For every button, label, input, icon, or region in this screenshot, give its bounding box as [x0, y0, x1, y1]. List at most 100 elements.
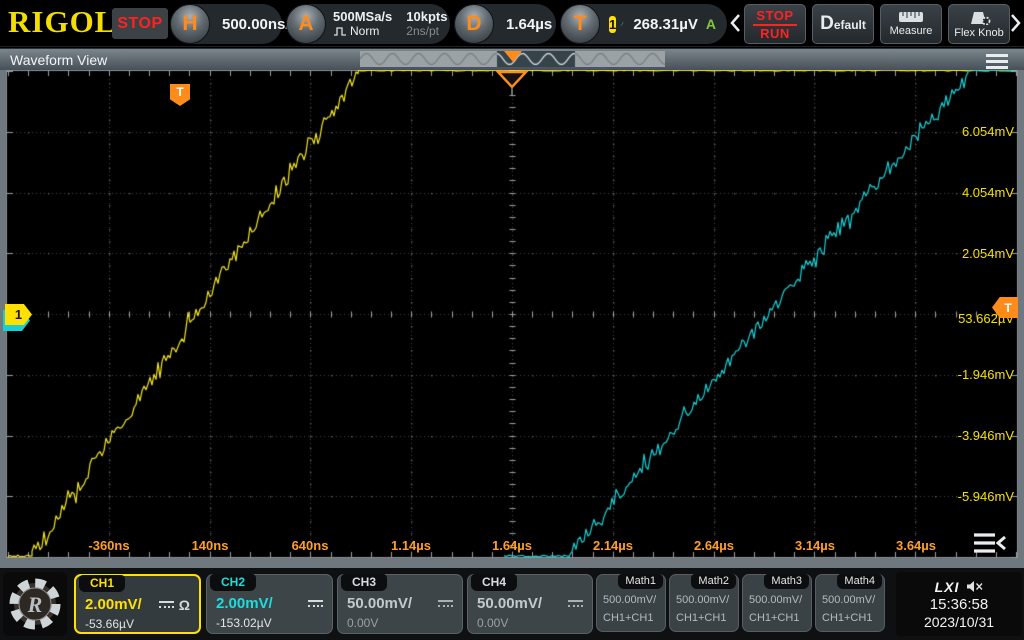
ch2-name: CH2: [210, 574, 256, 591]
math3-scale: 500.00mV/: [749, 594, 802, 606]
stop-label: STOP: [753, 8, 796, 26]
math1-scale: 500.00mV/: [603, 594, 656, 606]
voltage-label: -3.946mV: [958, 428, 1014, 444]
dc-coupling-icon: [568, 600, 583, 607]
math1-name: Math1: [618, 574, 663, 589]
system-info-tile[interactable]: LXI 15:36:58 2023/10/31: [896, 572, 1022, 636]
dc-coupling-icon: [438, 600, 453, 607]
time-label: 3.64µs: [881, 538, 951, 553]
math2-scale: 500.00mV/: [676, 594, 729, 606]
flex-knob-label: Flex Knob: [954, 27, 1004, 39]
ch4-name: CH4: [471, 574, 517, 591]
horizontal-position-marker[interactable]: [495, 70, 529, 98]
lxi-logo: LXI: [935, 579, 960, 595]
collapsed-menu-icon[interactable]: [972, 531, 1008, 555]
voltage-label: -5.946mV: [958, 489, 1014, 505]
math3-expression: CH1+CH1: [749, 612, 799, 624]
ch2-offset: -153.02µV: [216, 616, 272, 630]
ch3-offset: 0.00V: [347, 616, 378, 630]
channel-card-ch2[interactable]: CH2 2.00mV/ -153.02µV: [206, 574, 333, 634]
time-label: -360ns: [74, 538, 144, 553]
voltage-label: 4.054mV: [962, 185, 1014, 201]
math-card-math4[interactable]: Math4 500.00mV/ CH1+CH1: [815, 574, 885, 632]
voltage-label: 2.054mV: [962, 246, 1014, 262]
top-status-bar: RIGOL STOP H 500.00ns/ A 500MSa/s Norm 1…: [0, 0, 1024, 47]
time-label: 1.64µs: [477, 538, 547, 553]
ch1-offset: -53.66µV: [85, 617, 134, 631]
math-card-math2[interactable]: Math2 500.00mV/ CH1+CH1: [669, 574, 739, 632]
system-time: 15:36:58: [930, 596, 988, 613]
time-label: 2.14µs: [578, 538, 648, 553]
ch3-name: CH3: [341, 574, 387, 591]
ch1-name: CH1: [79, 575, 125, 592]
math4-name: Math4: [837, 574, 882, 589]
trigger-source-badge: 1: [609, 16, 616, 33]
chevron-left-icon[interactable]: [729, 13, 741, 33]
math3-name: Math3: [764, 574, 809, 589]
knob-icon: [966, 10, 992, 25]
ch1-scale: 2.00mV/: [85, 596, 142, 613]
flex-knob-button[interactable]: Flex Knob: [948, 4, 1010, 44]
window-frame-bottom: [0, 558, 1024, 568]
acquisition-knob[interactable]: A: [286, 4, 326, 44]
time-label: 2.64µs: [679, 538, 749, 553]
run-state-indicator: STOP: [112, 8, 168, 39]
svg-text:R: R: [27, 592, 43, 617]
system-date: 2023/10/31: [924, 614, 994, 630]
rigol-gear-logo[interactable]: R: [3, 572, 67, 636]
trigger-group[interactable]: T 1 268.31µV A: [560, 4, 727, 44]
memory-depth: 10kpts: [406, 9, 447, 24]
math-card-math1[interactable]: Math1 500.00mV/ CH1+CH1: [596, 574, 666, 632]
time-label: 140ns: [175, 538, 245, 553]
oscilloscope-screen: RIGOL STOP H 500.00ns/ A 500MSa/s Norm 1…: [0, 0, 1024, 640]
math-card-math3[interactable]: Math3 500.00mV/ CH1+CH1: [742, 574, 812, 632]
ruler-icon: [898, 11, 924, 23]
window-frame-right: [1018, 70, 1024, 558]
trigger-level-value: 268.31µV: [625, 16, 706, 33]
time-label: 1.14µs: [376, 538, 446, 553]
default-button[interactable]: Default: [812, 4, 874, 44]
channel-card-ch1[interactable]: CH1 2.00mV/ Ω -53.66µV: [74, 574, 201, 634]
default-initial: D: [820, 13, 834, 34]
gear-icon: R: [7, 576, 63, 632]
horizontal-knob[interactable]: H: [170, 4, 210, 44]
stop-run-button[interactable]: STOP RUN: [744, 4, 806, 44]
speaker-muted-icon: [966, 580, 983, 593]
chevron-right-icon[interactable]: [1010, 13, 1022, 33]
voltage-label: 6.054mV: [962, 124, 1014, 140]
acquisition-group[interactable]: A 500MSa/s Norm 10kpts 2ns/pt: [286, 4, 450, 44]
trigger-knob[interactable]: T: [560, 4, 600, 44]
math2-expression: CH1+CH1: [676, 612, 726, 624]
ch4-offset: 0.00V: [477, 616, 508, 630]
pulse-icon: [333, 27, 347, 36]
math4-expression: CH1+CH1: [822, 612, 872, 624]
waveform-grid[interactable]: [6, 70, 1018, 558]
time-per-point: 2ns/pt: [406, 24, 447, 39]
measure-label: Measure: [890, 25, 933, 37]
trigger-sweep-mode: A: [706, 16, 727, 32]
horizontal-scale-group[interactable]: H 500.00ns/: [170, 4, 282, 44]
ch2-scale: 2.00mV/: [216, 595, 273, 612]
delay-value: 1.64µs: [494, 16, 564, 33]
run-label: RUN: [760, 26, 790, 41]
rigol-logo: RIGOL: [8, 4, 116, 40]
ch3-scale: 50.00mV/: [347, 595, 412, 612]
delay-knob[interactable]: D: [454, 4, 494, 44]
math4-scale: 500.00mV/: [822, 594, 875, 606]
sample-rate: 500MSa/s: [333, 9, 392, 24]
math2-name: Math2: [691, 574, 736, 589]
dc-coupling-icon: [159, 601, 174, 608]
time-label: 3.14µs: [780, 538, 850, 553]
delay-group[interactable]: D 1.64µs: [454, 4, 556, 44]
ch1-impedance: Ω: [179, 597, 190, 613]
time-label: 640ns: [275, 538, 345, 553]
channel-card-ch4[interactable]: CH4 50.00mV/ 0.00V: [467, 574, 593, 634]
channel-card-ch3[interactable]: CH3 50.00mV/ 0.00V: [337, 574, 463, 634]
ch4-scale: 50.00mV/: [477, 595, 542, 612]
math1-expression: CH1+CH1: [603, 612, 653, 624]
channel-status-bar: R CH1 2.00mV/ Ω -53.66µV CH2 2.00mV/ -15…: [0, 568, 1024, 640]
waveform-view-title: Waveform View: [10, 52, 107, 68]
voltage-label: -1.946mV: [958, 367, 1014, 383]
default-rest: efault: [834, 18, 866, 32]
measure-button[interactable]: Measure: [880, 4, 942, 44]
